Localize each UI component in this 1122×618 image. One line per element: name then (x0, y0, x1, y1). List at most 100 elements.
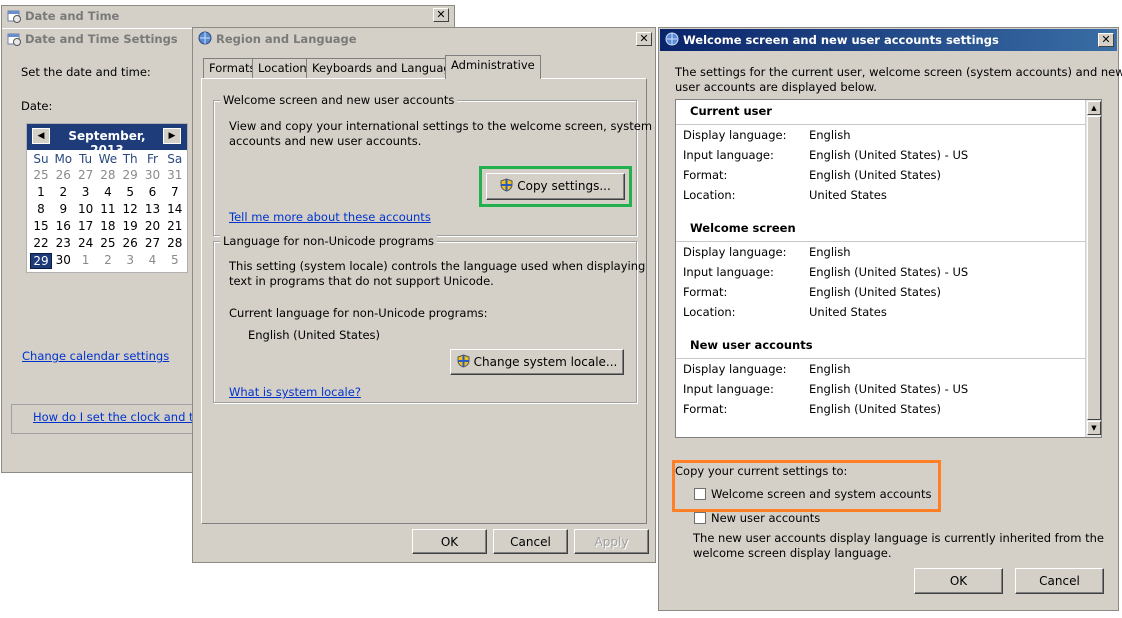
set-clock-help-link[interactable]: How do I set the clock and tim (33, 410, 208, 424)
welcome-description-line-1: View and copy your international setting… (229, 119, 653, 133)
welcome-screen-group: Welcome screen and new user accounts Vie… (213, 93, 652, 236)
close-button[interactable]: ✕ (636, 32, 652, 46)
tab-location[interactable]: Location (252, 58, 313, 78)
window-title: Date and Time (25, 9, 120, 23)
setting-label: Display language: (683, 128, 787, 142)
setting-label: Location: (683, 188, 736, 202)
calendar-day[interactable]: 1 (75, 253, 97, 269)
calendar-day[interactable]: 12 (119, 202, 141, 218)
current-language-value: English (United States) (248, 328, 381, 342)
inner-window-title: Date and Time Settings (25, 32, 178, 46)
non-unicode-group: Language for non-Unicode programs This s… (213, 234, 645, 403)
change-calendar-settings-link[interactable]: Change calendar settings (22, 349, 169, 363)
cancel-button[interactable]: Cancel (1015, 568, 1104, 594)
setting-value: English (United States) (809, 285, 942, 299)
next-month-button[interactable]: ▶ (163, 128, 181, 144)
tab-administrative[interactable]: Administrative (445, 55, 541, 79)
setting-value: English (United States) (809, 402, 942, 416)
calendar-day[interactable]: 20 (142, 219, 164, 235)
calendar-day[interactable]: 16 (52, 219, 74, 235)
intro-line-2: user accounts are displayed below. (675, 80, 877, 94)
calendar-day[interactable]: 27 (142, 236, 164, 252)
section-heading: New user accounts (690, 338, 813, 352)
weekday-header: We (98, 152, 118, 166)
welcome-settings-window: Welcome screen and new user accounts set… (658, 27, 1122, 611)
vertical-scrollbar[interactable]: ▲ ▼ (1085, 100, 1101, 437)
copy-settings-label: Copy settings... (517, 179, 611, 193)
tell-me-more-link[interactable]: Tell me more about these accounts (229, 210, 431, 224)
intro-line-1: The settings for the current user, welco… (675, 65, 1122, 79)
calendar-day[interactable]: 2 (52, 185, 74, 201)
calendar-day[interactable]: 4 (97, 185, 119, 201)
calendar-day[interactable]: 28 (97, 168, 119, 184)
calendar-day[interactable]: 1 (30, 185, 52, 201)
calendar-day[interactable]: 25 (30, 168, 52, 184)
calendar-day[interactable]: 6 (142, 185, 164, 201)
calendar-day[interactable]: 23 (52, 236, 74, 252)
cancel-button[interactable]: Cancel (493, 529, 568, 554)
copy-settings-button[interactable]: Copy settings... (486, 173, 625, 200)
calendar-day[interactable]: 3 (75, 185, 97, 201)
setting-value: English (809, 128, 851, 142)
calendar-day[interactable]: 11 (97, 202, 119, 218)
welcome-checkbox-highlight (672, 460, 941, 512)
previous-month-button[interactable]: ◀ (32, 128, 50, 144)
setting-value: English (United States) (809, 168, 942, 182)
calendar-day[interactable]: 22 (30, 236, 52, 252)
scroll-thumb[interactable] (1087, 116, 1101, 420)
calendar-day[interactable]: 18 (97, 219, 119, 235)
calendar-day[interactable]: 19 (119, 219, 141, 235)
apply-button[interactable]: Apply (574, 529, 649, 554)
close-button[interactable]: ✕ (433, 8, 449, 22)
calendar-day[interactable]: 21 (164, 219, 186, 235)
calendar-day[interactable]: 29 (119, 168, 141, 184)
scroll-up-button[interactable]: ▲ (1087, 101, 1101, 115)
ok-button[interactable]: OK (412, 529, 487, 554)
setting-label: Input language: (683, 265, 774, 279)
calendar-day[interactable]: 3 (119, 253, 141, 269)
calendar-day[interactable]: 4 (142, 253, 164, 269)
ok-button[interactable]: OK (914, 568, 1003, 594)
calendar-day-selected[interactable]: 29 (30, 253, 52, 269)
scroll-down-button[interactable]: ▼ (1087, 421, 1101, 435)
date-label: Date: (21, 99, 53, 113)
close-button[interactable]: ✕ (1098, 33, 1114, 47)
calendar-day[interactable]: 7 (164, 185, 186, 201)
setting-label: Location: (683, 305, 736, 319)
calendar-day[interactable]: 2 (97, 253, 119, 269)
calendar-day[interactable]: 9 (52, 202, 74, 218)
calendar-day[interactable]: 24 (75, 236, 97, 252)
region-language-window: Region and Language ✕ Formats Location K… (192, 27, 656, 563)
change-system-locale-button[interactable]: Change system locale... (450, 349, 624, 375)
calendar-header: ◀ September, 2013 ▶ (27, 124, 187, 157)
day-grid: 25 26 27 28 29 30 31 1 2 3 4 5 6 7 8 9 10 11 12 13 14 15 16 17 1… (27, 168, 187, 272)
setting-value: English (United States) - US (809, 382, 969, 396)
calendar-day[interactable]: 5 (164, 253, 186, 269)
calendar-day[interactable]: 26 (119, 236, 141, 252)
welcome-screen-checkbox[interactable] (694, 488, 706, 500)
setting-value: United States (809, 305, 887, 319)
setting-label: Display language: (683, 362, 787, 376)
weekday-header: Su (33, 152, 49, 166)
calendar-day[interactable]: 25 (97, 236, 119, 252)
calendar-day[interactable]: 13 (142, 202, 164, 218)
calendar-day[interactable]: 27 (75, 168, 97, 184)
what-is-system-locale-link[interactable]: What is system locale? (229, 385, 361, 399)
calendar-day[interactable]: 31 (164, 168, 186, 184)
calendar-day[interactable]: 30 (52, 253, 74, 269)
calendar-day[interactable]: 10 (75, 202, 97, 218)
new-user-accounts-checkbox-label[interactable]: New user accounts (711, 511, 820, 525)
calendar-day[interactable]: 30 (142, 168, 164, 184)
uac-shield-icon (500, 178, 513, 192)
calendar-clock-icon (7, 33, 21, 46)
section-divider (676, 241, 1086, 242)
calendar-day[interactable]: 15 (30, 219, 52, 235)
calendar-day[interactable]: 14 (164, 202, 186, 218)
calendar-day[interactable]: 26 (52, 168, 74, 184)
calendar-day[interactable]: 17 (75, 219, 97, 235)
calendar-day[interactable]: 28 (164, 236, 186, 252)
calendar-day[interactable]: 8 (30, 202, 52, 218)
welcome-screen-checkbox-label[interactable]: Welcome screen and system accounts (711, 487, 931, 501)
calendar-day[interactable]: 5 (119, 185, 141, 201)
new-user-accounts-checkbox[interactable] (694, 512, 706, 524)
